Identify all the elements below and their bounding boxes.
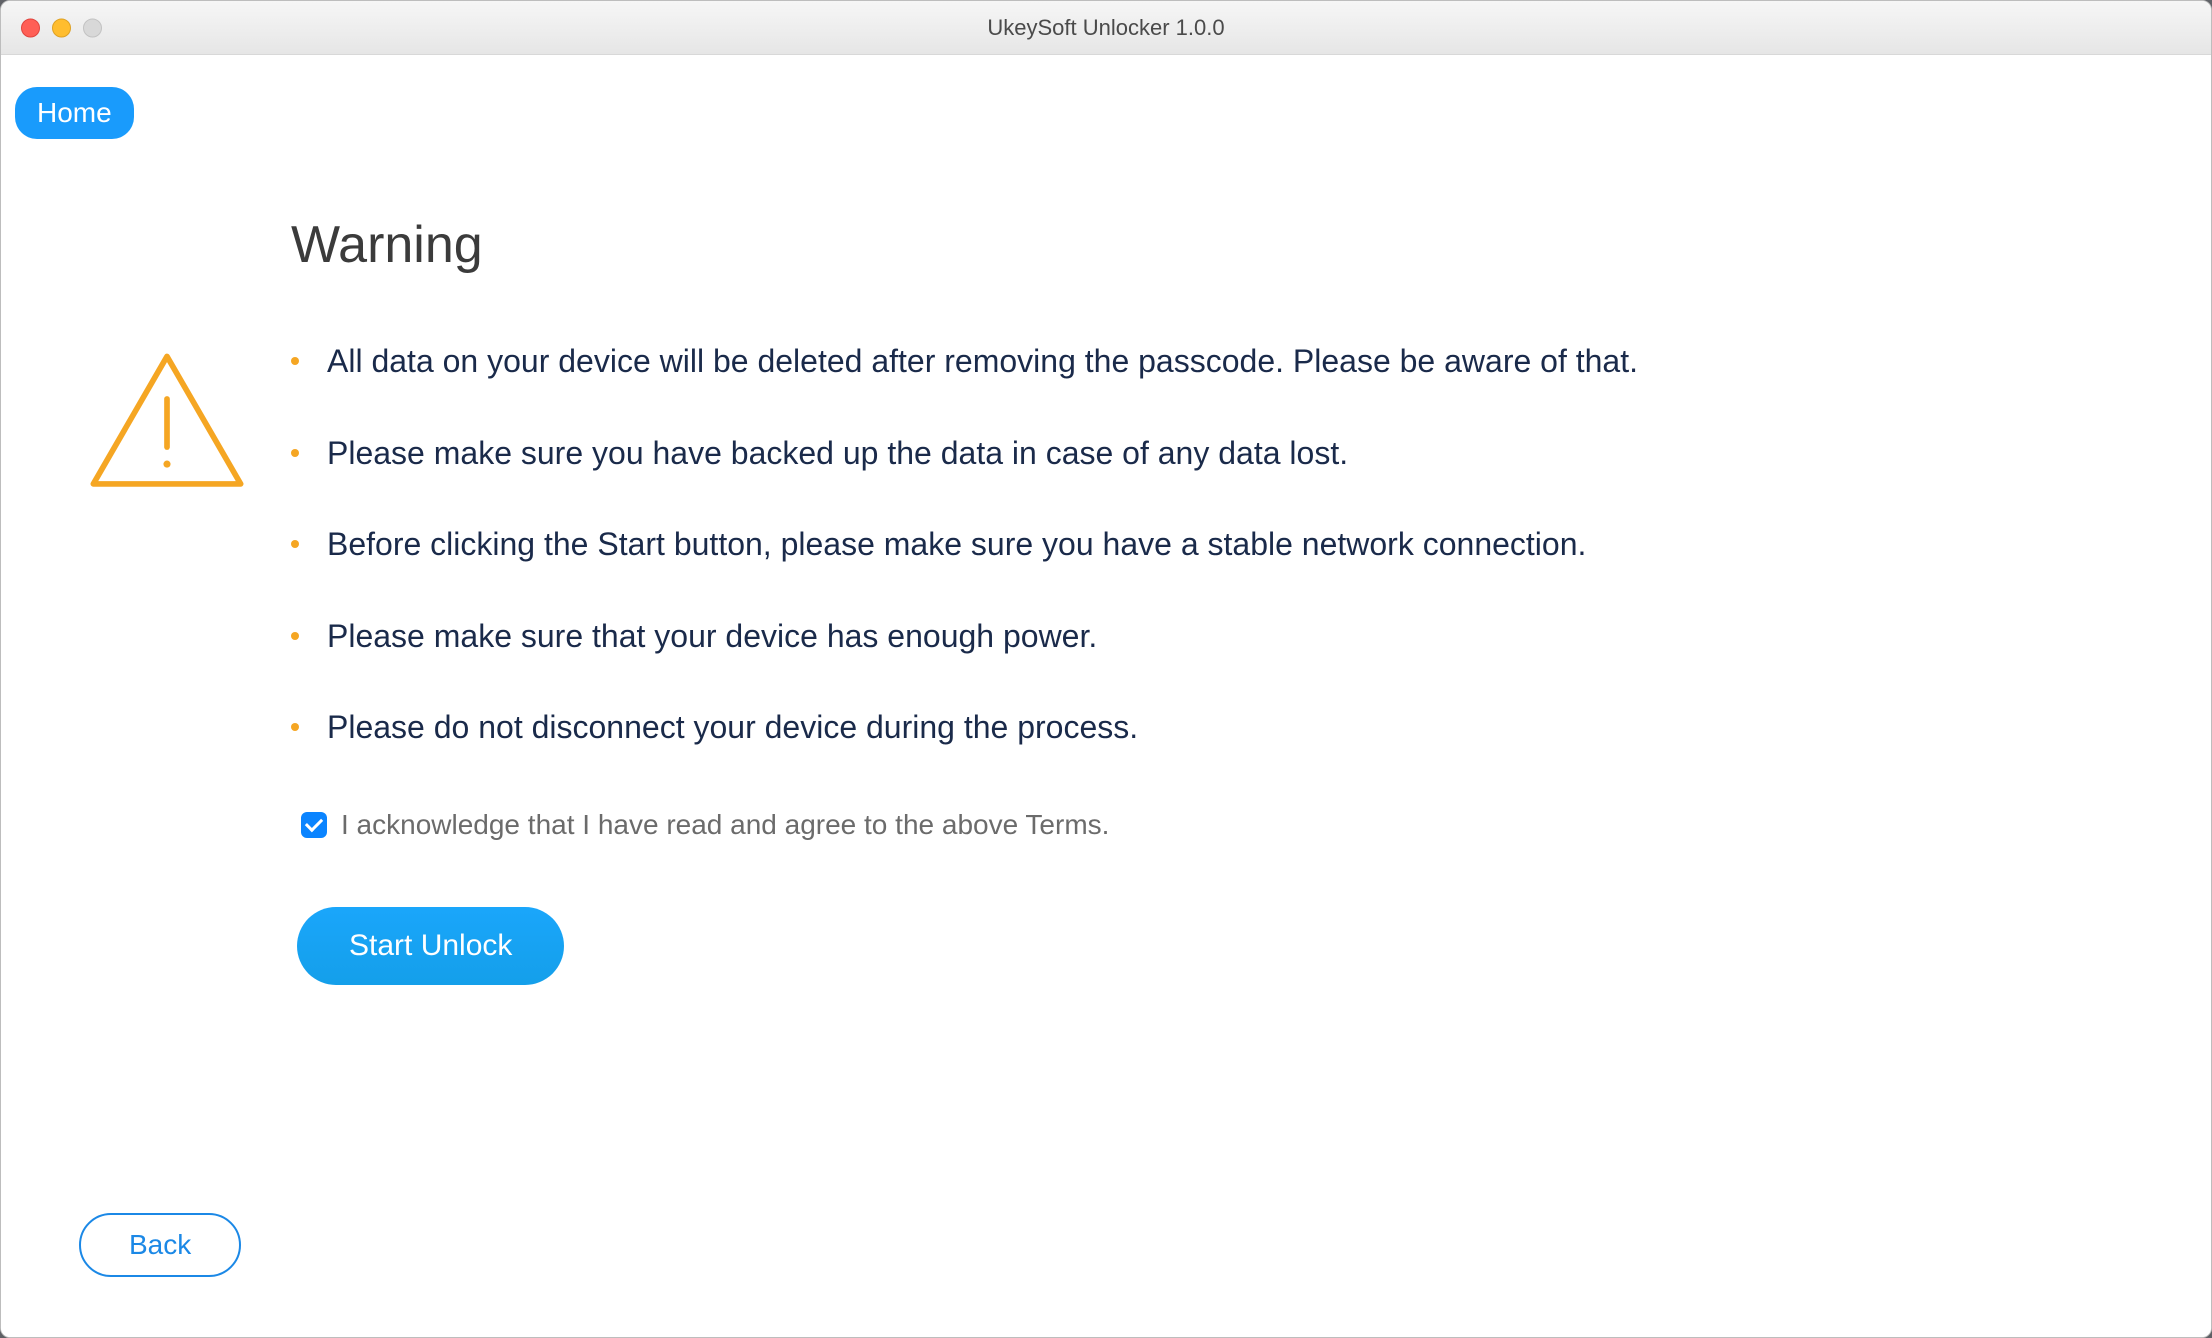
main-panel: Warning All data on your device will be … bbox=[291, 215, 2151, 985]
list-item: Please do not disconnect your device dur… bbox=[291, 707, 2151, 749]
start-unlock-button[interactable]: Start Unlock bbox=[297, 907, 564, 985]
home-button[interactable]: Home bbox=[15, 87, 134, 139]
window-traffic-lights bbox=[21, 18, 102, 37]
page-heading: Warning bbox=[291, 215, 2151, 275]
warning-icon bbox=[77, 343, 257, 508]
window-minimize-button[interactable] bbox=[52, 18, 71, 37]
window-zoom-button[interactable] bbox=[83, 18, 102, 37]
acknowledge-row[interactable]: I acknowledge that I have read and agree… bbox=[291, 809, 2151, 841]
window-title: UkeySoft Unlocker 1.0.0 bbox=[987, 15, 1224, 41]
list-item: Before clicking the Start button, please… bbox=[291, 524, 2151, 566]
back-button[interactable]: Back bbox=[79, 1213, 241, 1277]
acknowledge-label: I acknowledge that I have read and agree… bbox=[341, 809, 1109, 841]
list-item: All data on your device will be deleted … bbox=[291, 341, 2151, 383]
titlebar: UkeySoft Unlocker 1.0.0 bbox=[1, 1, 2211, 55]
acknowledge-checkbox[interactable] bbox=[301, 812, 327, 838]
list-item: Please make sure you have backed up the … bbox=[291, 433, 2151, 475]
content-area: Home Warning All data on your device wil… bbox=[1, 55, 2211, 1337]
list-item: Please make sure that your device has en… bbox=[291, 616, 2151, 658]
warning-list: All data on your device will be deleted … bbox=[291, 341, 2151, 749]
window-close-button[interactable] bbox=[21, 18, 40, 37]
